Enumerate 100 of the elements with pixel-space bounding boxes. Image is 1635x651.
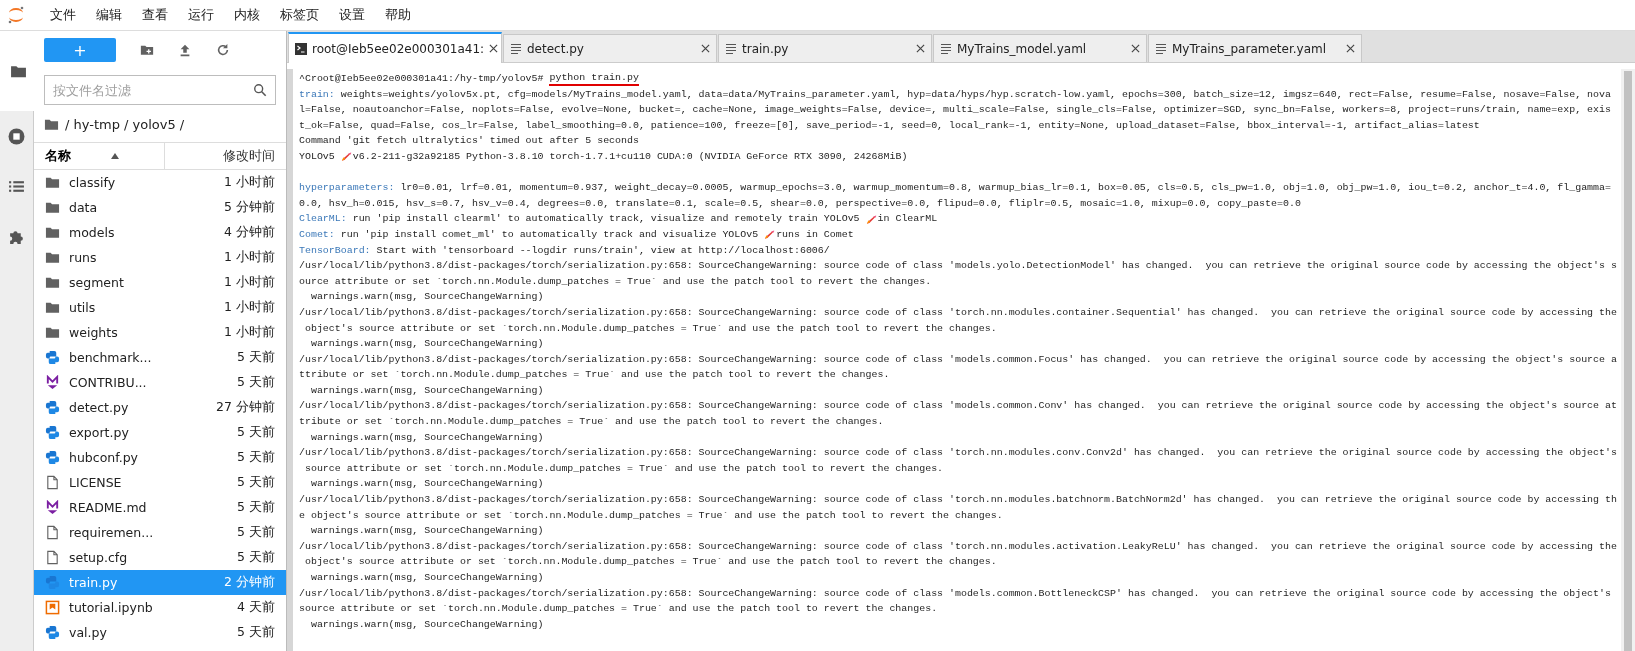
file-icon: [45, 475, 60, 490]
notebook-icon: [45, 600, 60, 615]
rocket-icon: [340, 151, 353, 163]
search-icon: [253, 83, 267, 97]
filter-field[interactable]: 按文件名过滤: [44, 75, 276, 105]
terminal-text: YOLOv5: [299, 149, 336, 164]
file-row[interactable]: setup.cfg 5 天前: [34, 545, 286, 570]
terminal-text: /usr/local/lib/python3.8/dist-packages/torch/serialization.py:658: SourceChangeWarning: source code of class 'models.common.Conv' has changed. you can retrieve the original source code by accessing the object's source at: [299, 399, 1617, 414]
text-file-icon: [725, 42, 737, 55]
terminal-text: warnings.warn(msg, SourceChangeWarning): [309, 430, 544, 445]
menu-item[interactable]: 帮助: [375, 6, 421, 24]
modified-time: 1 小时前: [224, 249, 275, 266]
terminal-text: warnings.warn(msg, SourceChangeWarning): [309, 383, 544, 398]
file-name: LICENSE: [69, 475, 123, 490]
menu-item[interactable]: 设置: [329, 6, 375, 24]
file-name: data: [69, 200, 99, 215]
close-icon[interactable]: [701, 44, 710, 53]
folder-icon: [45, 225, 60, 240]
close-icon[interactable]: [489, 44, 499, 53]
file-row[interactable]: utils 1 小时前: [34, 295, 286, 320]
tab[interactable]: detect.py: [503, 34, 717, 62]
modified-time: 1 小时前: [224, 324, 275, 341]
file-name: segment: [69, 275, 125, 290]
terminal-text: Start with 'tensorboard --logdir runs/train', view at http://localhost:6006/: [375, 243, 830, 258]
menu-item[interactable]: 内核: [224, 6, 270, 24]
new-folder-icon[interactable]: [140, 43, 154, 57]
modified-time: 5 天前: [237, 549, 275, 566]
file-row[interactable]: val.py 5 天前: [34, 620, 286, 645]
folder-icon: [45, 175, 60, 190]
modified-time: 5 天前: [237, 474, 275, 491]
file-row[interactable]: tutorial.ipynb 4 天前: [34, 595, 286, 620]
modified-time: 5 分钟前: [224, 199, 275, 216]
file-name: runs: [69, 250, 98, 265]
file-row[interactable]: LICENSE 5 天前: [34, 470, 286, 495]
menu-item[interactable]: 编辑: [86, 6, 132, 24]
tab[interactable]: MyTrains_parameter.yaml: [1148, 34, 1362, 62]
folder-icon: [45, 200, 60, 215]
file-icon: [45, 550, 60, 565]
modified-time: 27 分钟前: [216, 399, 275, 416]
file-row[interactable]: README.md 5 天前: [34, 495, 286, 520]
python-icon: [45, 450, 60, 465]
text-file-icon: [1155, 42, 1167, 55]
terminal-text: warnings.warn(msg, SourceChangeWarning): [309, 337, 544, 352]
modified-column-header[interactable]: 修改时间: [223, 147, 275, 165]
file-row[interactable]: export.py 5 天前: [34, 420, 286, 445]
terminal-text: warnings.warn(msg, SourceChangeWarning): [309, 477, 544, 492]
file-name: hubconf.py: [69, 450, 140, 465]
menu-item[interactable]: 查看: [132, 6, 178, 24]
logo-icon: [6, 5, 26, 25]
file-row[interactable]: requiremen... 5 天前: [34, 520, 286, 545]
terminal-text: ^Croot@Ieb5ee02e000301a41:/hy-tmp/yolov5#: [299, 72, 545, 86]
file-row[interactable]: detect.py 27 分钟前: [34, 395, 286, 420]
file-row[interactable]: data 5 分钟前: [34, 195, 286, 220]
file-row[interactable]: segment 1 小时前: [34, 270, 286, 295]
menu-item[interactable]: 标签页: [270, 6, 329, 24]
terminal-text: /usr/local/lib/python3.8/dist-packages/torch/serialization.py:658: SourceChangeWarning: source code of class 'torch.nn.modules.activation.LeakyReLU' has changed. you can retrieve the original source code by accessing the: [299, 539, 1617, 554]
file-name: export.py: [69, 425, 130, 440]
file-name: models: [69, 225, 116, 240]
folder-icon: [45, 300, 60, 315]
file-row[interactable]: hubconf.py 5 天前: [34, 445, 286, 470]
modified-time: 5 天前: [237, 374, 275, 391]
rocket-icon: [865, 213, 878, 225]
folder-icon[interactable]: [44, 117, 59, 132]
rocket-icon: [764, 229, 777, 241]
tab[interactable]: train.py: [718, 34, 932, 62]
file-row[interactable]: benchmark... 5 天前: [34, 345, 286, 370]
terminal-label: hyperparameters:: [299, 181, 395, 196]
refresh-icon[interactable]: [216, 43, 230, 57]
file-name: utils: [69, 300, 97, 315]
terminal-text: runs in Comet: [776, 227, 854, 242]
file-row[interactable]: models 4 分钟前: [34, 220, 286, 245]
tab[interactable]: root@Ieb5ee02e000301a41:: [288, 32, 502, 63]
modified-time: 1 小时前: [224, 174, 275, 191]
upload-icon[interactable]: [178, 43, 192, 57]
file-row[interactable]: classify 1 小时前: [34, 170, 286, 195]
file-row[interactable]: weights 1 小时前: [34, 320, 286, 345]
terminal-label: train:: [299, 87, 335, 102]
file-name: train.py: [69, 575, 119, 590]
stop-icon[interactable]: [8, 127, 25, 145]
markdown-icon: [45, 375, 60, 390]
close-icon[interactable]: [1131, 44, 1140, 53]
file-row[interactable]: runs 1 小时前: [34, 245, 286, 270]
file-row[interactable]: CONTRIBU... 5 天前: [34, 370, 286, 395]
modified-time: 2 分钟前: [224, 574, 275, 591]
python-icon: [45, 575, 60, 590]
scrollbar[interactable]: [1624, 71, 1632, 651]
terminal-label: TensorBoard:: [299, 243, 371, 258]
close-icon[interactable]: [916, 44, 925, 53]
modified-time: 5 天前: [237, 499, 275, 516]
menu-item[interactable]: 文件: [40, 6, 86, 24]
menu-item[interactable]: 运行: [178, 6, 224, 24]
file-name: requiremen...: [69, 525, 155, 540]
tab[interactable]: MyTrains_model.yaml: [933, 34, 1147, 62]
sort-caret-icon: [111, 153, 119, 159]
terminal-text: t_ok=False, quad=False, cos_lr=False, label_smoothing=0.0, patience=100, freeze=[0], save_period=-1, seed=0, local_rank=-1, entity=None, upload_dataset=False, bbox_interval=-1, artifact_alias=latest: [299, 118, 1480, 133]
folder-icon: [45, 250, 60, 265]
close-icon[interactable]: [1346, 44, 1355, 53]
breadcrumb[interactable]: / hy-tmp / yolov5 /: [65, 117, 185, 132]
modified-time: 5 天前: [237, 424, 275, 441]
name-column-header[interactable]: 名称: [45, 147, 71, 165]
